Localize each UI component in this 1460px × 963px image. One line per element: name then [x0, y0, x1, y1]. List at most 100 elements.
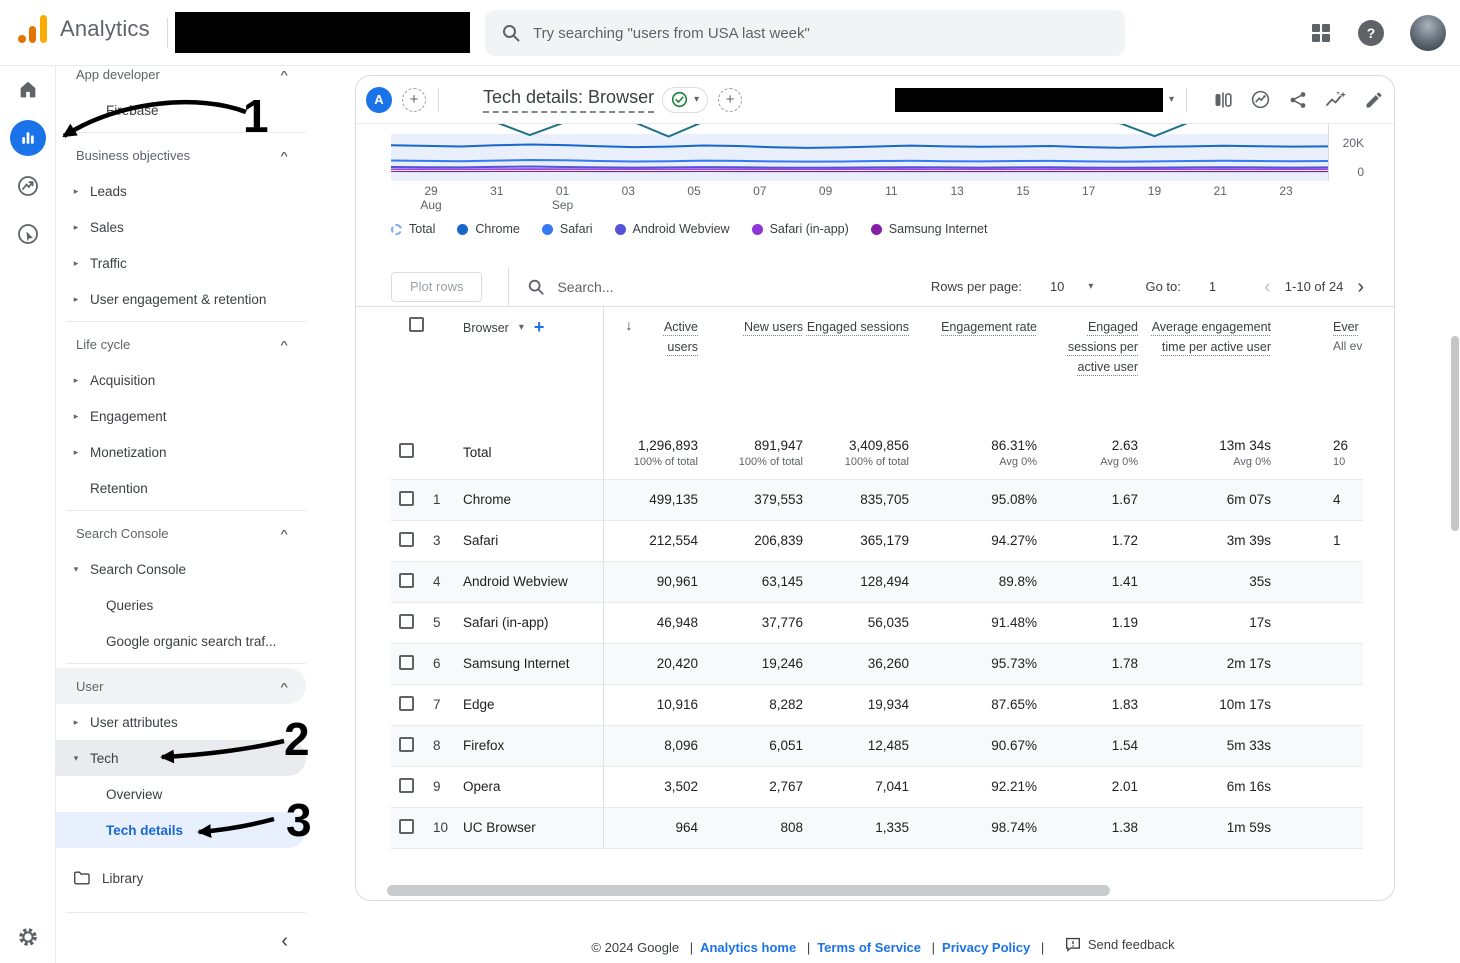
edit-pencil-icon[interactable]: [1364, 90, 1384, 110]
sidebar-item-leads[interactable]: ▸ Leads: [56, 173, 306, 209]
row-checkbox[interactable]: [391, 766, 433, 808]
row-checkbox[interactable]: [391, 520, 433, 562]
home-nav-button[interactable]: [0, 66, 56, 114]
goto-page-value[interactable]: 1: [1209, 279, 1216, 294]
total-checkbox[interactable]: [391, 427, 433, 480]
dimension-header[interactable]: Browser ▾ +: [463, 307, 604, 427]
goto-label: Go to:: [1145, 279, 1181, 294]
send-feedback-button[interactable]: Send feedback: [1065, 937, 1175, 952]
vertical-scrollbar[interactable]: [1451, 336, 1459, 531]
row-checkbox[interactable]: [391, 684, 433, 726]
sidebar-section-app-developer[interactable]: App developer ^: [56, 66, 306, 92]
row-checkbox[interactable]: [391, 602, 433, 644]
legend-item-samsung-internet[interactable]: Samsung Internet: [870, 222, 987, 236]
sidebar-item-queries[interactable]: Queries: [56, 587, 306, 623]
next-page-button[interactable]: ›: [1357, 277, 1364, 297]
user-avatar[interactable]: [1410, 15, 1446, 51]
column-header-engaged-sessions-per-active-user[interactable]: Engaged sessions per active user: [1037, 307, 1138, 427]
link-terms-of-service[interactable]: Terms of Service: [817, 940, 921, 955]
report-title[interactable]: Tech details: Browser: [483, 87, 655, 113]
checkbox-icon: [408, 317, 424, 332]
compare-icon[interactable]: [1213, 90, 1233, 110]
row-number: 1: [433, 479, 463, 521]
table-search-input[interactable]: Search...: [527, 278, 614, 296]
column-header-new-users[interactable]: New users: [698, 307, 803, 427]
explore-nav-button[interactable]: [0, 162, 56, 210]
sidebar-item-search-console[interactable]: ▾ Search Console: [56, 551, 306, 587]
cell-value: 1.38: [1037, 807, 1138, 849]
legend-item-android-webview[interactable]: Android Webview: [614, 222, 730, 236]
sidebar-section-user[interactable]: User ^: [56, 668, 306, 704]
legend-item-total[interactable]: Total: [391, 222, 435, 236]
redacted-date-range-picker[interactable]: [894, 87, 1163, 112]
report-status-pill[interactable]: ▾: [662, 86, 709, 113]
checkbox-icon: [399, 490, 414, 506]
redacted-account-selector[interactable]: [175, 12, 470, 53]
sidebar-item-tech-details[interactable]: Tech details: [56, 812, 306, 848]
rows-per-page-value[interactable]: 10: [1050, 279, 1064, 294]
reports-nav-button[interactable]: [0, 114, 56, 162]
sidebar-item-traffic[interactable]: ▸ Traffic: [56, 245, 306, 281]
column-header-average-engagement-time-per-active-user[interactable]: Average engagement time per active user: [1138, 307, 1271, 427]
total-value: 2.63 Avg 0%: [1037, 427, 1138, 480]
column-header-engaged-sessions[interactable]: Engaged sessions: [803, 307, 909, 427]
link-privacy-policy[interactable]: Privacy Policy: [942, 940, 1030, 955]
sidebar-section-business-objectives[interactable]: Business objectives ^: [56, 137, 306, 173]
advertising-nav-button[interactable]: [0, 210, 56, 258]
add-dimension-icon[interactable]: +: [534, 317, 545, 338]
sidebar-item-label: Retention: [90, 480, 148, 496]
column-header-ever[interactable]: Ever All ev: [1271, 307, 1363, 427]
gear-icon: [19, 928, 37, 946]
add-report-button[interactable]: +: [718, 87, 743, 112]
sidebar-item-monetization[interactable]: ▸ Monetization: [56, 434, 306, 470]
date-range-caret-icon[interactable]: ▾: [1169, 94, 1174, 105]
sidebar-item-library[interactable]: Library: [56, 860, 306, 896]
cell-value: 128,494: [803, 561, 909, 603]
row-checkbox[interactable]: [391, 807, 433, 849]
sidebar-item-overview[interactable]: Overview: [56, 776, 306, 812]
row-checkbox[interactable]: [391, 725, 433, 767]
sidebar-section-life-cycle[interactable]: Life cycle ^: [56, 326, 306, 362]
legend-item-chrome[interactable]: Chrome: [457, 222, 520, 236]
rows-per-page-caret-icon[interactable]: ▾: [1088, 281, 1093, 292]
sidebar-item-engagement[interactable]: ▸ Engagement: [56, 398, 306, 434]
check-circle-icon: [672, 91, 688, 108]
row-checkbox[interactable]: [391, 561, 433, 603]
sidebar-item-tech[interactable]: ▾ Tech: [56, 740, 306, 776]
cell-value: 90.67%: [909, 725, 1037, 767]
admin-settings-button[interactable]: [0, 925, 56, 949]
previous-page-button[interactable]: ‹: [1264, 277, 1271, 297]
sparkline-insights-icon[interactable]: [1325, 90, 1347, 110]
chart-plot-area[interactable]: [391, 124, 1328, 181]
insights-icon[interactable]: [1250, 89, 1271, 110]
legend-item-safari-in-app[interactable]: Safari (in-app): [751, 222, 849, 236]
column-header-active-users[interactable]: ↓ Active users: [603, 307, 699, 427]
sidebar-item-user-attributes[interactable]: ▸ User attributes: [56, 704, 306, 740]
row-checkbox[interactable]: [391, 643, 433, 685]
link-analytics-home[interactable]: Analytics home: [700, 940, 796, 955]
sidebar-item-user-engagement-retention[interactable]: ▸ User engagement & retention: [56, 281, 306, 317]
share-icon[interactable]: [1288, 90, 1308, 110]
sidebar-item-google-organic-search-traf[interactable]: Google organic search traf...: [56, 623, 306, 659]
column-header-engagement-rate[interactable]: Engagement rate: [909, 307, 1037, 427]
legend-item-safari[interactable]: Safari: [541, 222, 593, 236]
plot-rows-button[interactable]: Plot rows: [391, 271, 483, 302]
sidebar-sections: App developer ^ Firebase Business objective…: [56, 66, 306, 848]
global-search-input[interactable]: Try searching "users from USA last week": [485, 10, 1125, 56]
report-avatar[interactable]: A: [366, 86, 392, 113]
analytics-logo-icon[interactable]: [16, 13, 50, 45]
sidebar-section-search-console[interactable]: Search Console ^: [56, 515, 306, 551]
sidebar-collapse-chevron[interactable]: ‹: [281, 930, 288, 953]
sidebar-item-acquisition[interactable]: ▸ Acquisition: [56, 362, 306, 398]
apps-grid-icon[interactable]: [1310, 22, 1332, 44]
sort-descending-icon[interactable]: ↓: [626, 317, 633, 333]
dimension-caret-icon[interactable]: ▾: [519, 322, 524, 333]
sidebar-item-retention[interactable]: Retention: [56, 470, 306, 506]
add-collaborator-button[interactable]: +: [402, 87, 426, 112]
help-icon[interactable]: ?: [1358, 20, 1384, 46]
select-all-checkbox[interactable]: [391, 307, 433, 427]
row-checkbox[interactable]: [391, 479, 433, 521]
table-row-firefox: 8 Firefox 8,096 6,051 12,485 90.67% 1.54 5m 33s: [391, 725, 1363, 767]
sidebar-item-sales[interactable]: ▸ Sales: [56, 209, 306, 245]
horizontal-scrollbar[interactable]: [387, 885, 1110, 896]
